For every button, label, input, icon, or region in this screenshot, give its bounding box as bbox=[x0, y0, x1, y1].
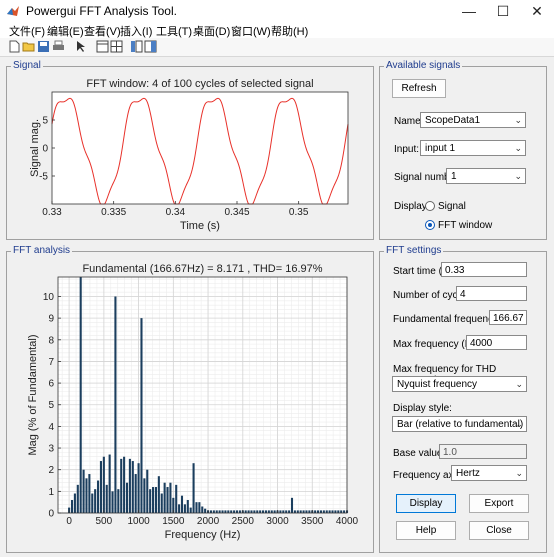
fft-bar bbox=[125, 482, 129, 513]
fft-bar bbox=[157, 476, 160, 513]
x-tick-label: 0.35 bbox=[289, 207, 309, 218]
y-tick-label: 1 bbox=[48, 487, 54, 498]
y-tick-label: 0 bbox=[48, 509, 54, 520]
fft-bar bbox=[146, 469, 149, 513]
chart-layer: 0.33 0.335 0.34 0.345 0.35-505FFT window: 4 … bbox=[27, 78, 359, 541]
x-tick-label: 3500 bbox=[301, 516, 324, 527]
y-tick-label: 9 bbox=[48, 314, 54, 325]
fft-bar bbox=[189, 507, 192, 513]
x-tick-label: 3000 bbox=[266, 516, 289, 527]
fft-bar bbox=[192, 463, 195, 513]
x-tick-label: 0.335 bbox=[101, 207, 126, 218]
fft-bar bbox=[105, 484, 108, 513]
fft-bar bbox=[178, 504, 181, 513]
y-tick-label: 5 bbox=[42, 116, 48, 127]
y-axis-label: Mag (% of Fundamental) bbox=[27, 334, 39, 455]
x-tick-label: 2000 bbox=[197, 516, 220, 527]
x-tick-label: 0 bbox=[66, 516, 72, 527]
fft-bar bbox=[143, 478, 146, 513]
fft-bar bbox=[123, 456, 126, 513]
fft-bar bbox=[73, 493, 76, 513]
y-tick-label: 8 bbox=[48, 335, 54, 346]
y-tick-label: 3 bbox=[48, 444, 54, 455]
y-tick-label: 2 bbox=[48, 465, 54, 476]
fft-bar bbox=[137, 463, 140, 513]
fft-bar bbox=[85, 478, 88, 513]
x-tick-label: 2500 bbox=[232, 516, 255, 527]
fft-bar bbox=[82, 469, 85, 513]
fft-bar bbox=[180, 495, 184, 513]
y-axis-label: Signal mag. bbox=[29, 119, 41, 177]
fft-bar bbox=[91, 493, 94, 513]
fft-bar bbox=[169, 482, 172, 513]
fft-bar bbox=[128, 458, 131, 513]
fft-bar bbox=[108, 454, 111, 513]
y-tick-label: 0 bbox=[42, 144, 48, 155]
fft-bar bbox=[166, 487, 169, 513]
fft-bar bbox=[76, 484, 79, 513]
fft-bar bbox=[140, 318, 143, 513]
x-tick-label: 1500 bbox=[162, 516, 185, 527]
fft-bar bbox=[175, 484, 178, 513]
fft-bar bbox=[94, 489, 97, 513]
x-tick-label: 0.33 bbox=[42, 207, 62, 218]
x-axis-label: Time (s) bbox=[180, 220, 220, 232]
fft-bar bbox=[120, 458, 123, 513]
fft-bar bbox=[134, 474, 137, 513]
y-tick-label: 10 bbox=[43, 292, 55, 303]
fft-bar bbox=[111, 491, 114, 513]
x-tick-label: 1000 bbox=[127, 516, 150, 527]
fft-bar bbox=[149, 489, 152, 513]
fft-bar bbox=[102, 456, 105, 513]
fft-bar bbox=[204, 508, 207, 513]
x-tick-label: 4000 bbox=[336, 516, 359, 527]
chart-title: Fundamental (166.67Hz) = 8.171 , THD= 16… bbox=[82, 263, 322, 275]
fft-bar bbox=[160, 493, 163, 513]
x-tick-label: 500 bbox=[96, 516, 113, 527]
chart-title: FFT window: 4 of 100 cycles of selected … bbox=[86, 78, 313, 90]
fft-bar bbox=[198, 502, 201, 513]
fft-bar bbox=[183, 504, 186, 513]
fft-bar bbox=[152, 487, 155, 513]
fft-bar bbox=[290, 497, 294, 513]
fft-bar bbox=[88, 474, 91, 513]
x-tick-label: 0.34 bbox=[166, 207, 186, 218]
fft-bar bbox=[186, 500, 189, 513]
fft-bar bbox=[70, 500, 74, 513]
fft-bar bbox=[201, 506, 204, 513]
y-tick-label: 5 bbox=[48, 400, 54, 411]
fft-bar bbox=[99, 461, 102, 513]
fft-bar bbox=[131, 461, 134, 513]
y-tick-label: 7 bbox=[48, 357, 54, 368]
y-tick-label: 6 bbox=[48, 379, 54, 390]
fft-bar bbox=[114, 296, 117, 513]
fft-bar bbox=[195, 502, 198, 513]
x-axis-label: Frequency (Hz) bbox=[165, 529, 241, 541]
fft-bar bbox=[117, 489, 120, 513]
y-tick-label: 4 bbox=[48, 422, 54, 433]
fft-bar bbox=[163, 482, 166, 513]
fft-bar bbox=[154, 487, 157, 513]
x-tick-label: 0.345 bbox=[224, 207, 249, 218]
fft-bar bbox=[79, 277, 82, 513]
fft-bar bbox=[97, 480, 100, 513]
